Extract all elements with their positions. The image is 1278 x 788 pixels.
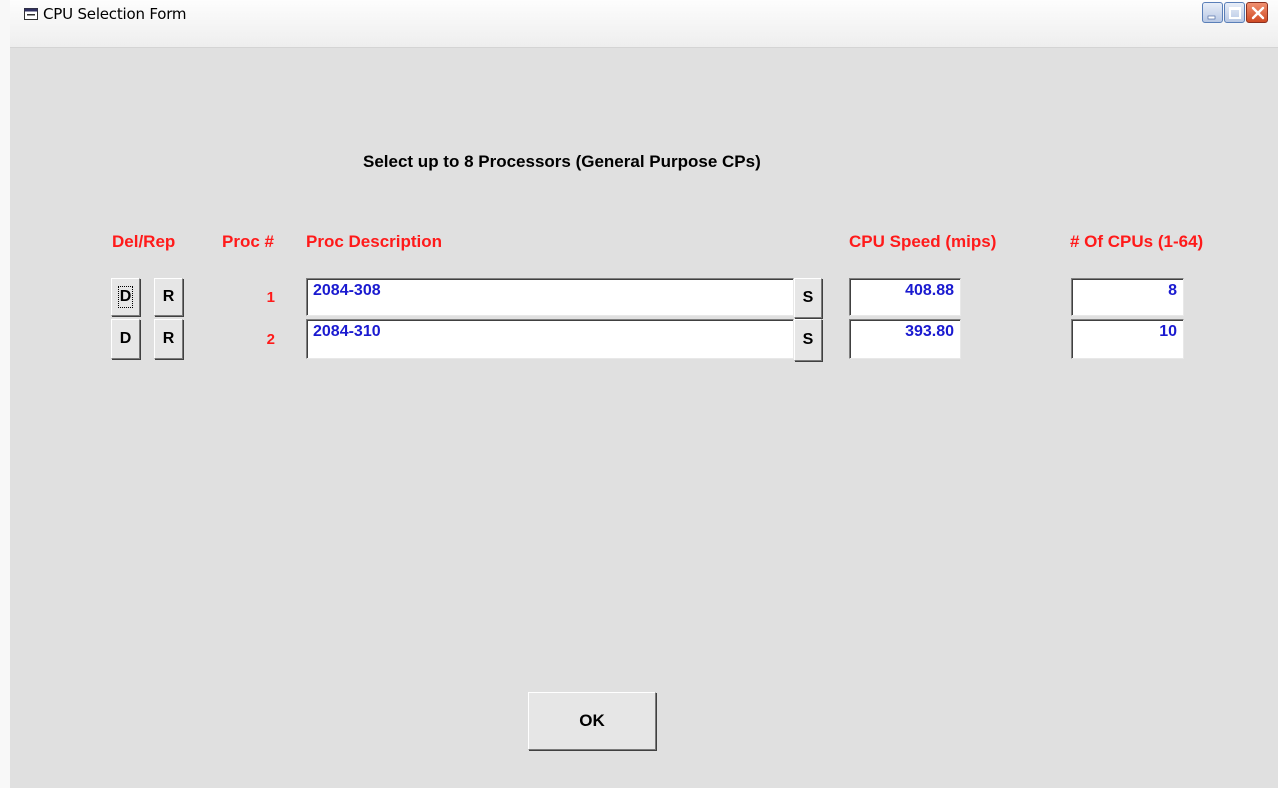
proc-description-field[interactable]: 2084-308 xyxy=(306,278,794,316)
col-header-proc-num: Proc # xyxy=(222,232,274,251)
replace-button[interactable]: R xyxy=(154,319,183,359)
replace-button-label: R xyxy=(162,288,175,305)
title-bar[interactable]: CPU Selection Form xyxy=(10,0,1278,48)
maximize-icon xyxy=(1229,7,1241,19)
col-header-cpu-speed: CPU Speed (mips) xyxy=(849,232,997,251)
delete-button[interactable]: D xyxy=(111,278,140,316)
select-processor-button[interactable]: S xyxy=(794,319,822,361)
select-button-label: S xyxy=(802,331,814,348)
cpu-speed-field[interactable]: 393.80 xyxy=(849,319,961,359)
proc-number: 1 xyxy=(266,289,275,306)
col-header-num-cpus: # Of CPUs (1-64) xyxy=(1070,232,1204,251)
ok-button-label: OK xyxy=(579,711,605,730)
replace-button[interactable]: R xyxy=(154,278,183,316)
replace-button-label: R xyxy=(162,330,175,347)
maximize-button[interactable] xyxy=(1224,2,1245,23)
delete-button-label: D xyxy=(117,286,134,308)
delete-button[interactable]: D xyxy=(111,319,140,359)
cpu-selection-window: CPU Selection Form xyxy=(0,0,1278,788)
select-processor-button[interactable]: S xyxy=(794,278,822,318)
proc-number: 2 xyxy=(266,331,275,348)
minimize-button[interactable] xyxy=(1202,2,1223,23)
cpu-speed-field[interactable]: 408.88 xyxy=(849,278,961,316)
form-icon xyxy=(24,8,38,20)
form-heading: Select up to 8 Processors (General Purpo… xyxy=(363,152,761,171)
num-cpus-field[interactable]: 10 xyxy=(1071,319,1184,359)
ok-button[interactable]: OK xyxy=(528,692,656,750)
proc-description-field[interactable]: 2084-310 xyxy=(306,319,794,359)
col-header-proc-description: Proc Description xyxy=(306,232,443,251)
delete-button-label: D xyxy=(119,330,132,347)
minimize-icon xyxy=(1207,15,1216,20)
close-icon xyxy=(1251,6,1265,20)
close-button[interactable] xyxy=(1246,2,1268,23)
col-header-del-rep: Del/Rep xyxy=(112,232,176,251)
select-button-label: S xyxy=(802,289,814,306)
num-cpus-field[interactable]: 8 xyxy=(1071,278,1184,316)
window-title: CPU Selection Form xyxy=(43,5,187,23)
